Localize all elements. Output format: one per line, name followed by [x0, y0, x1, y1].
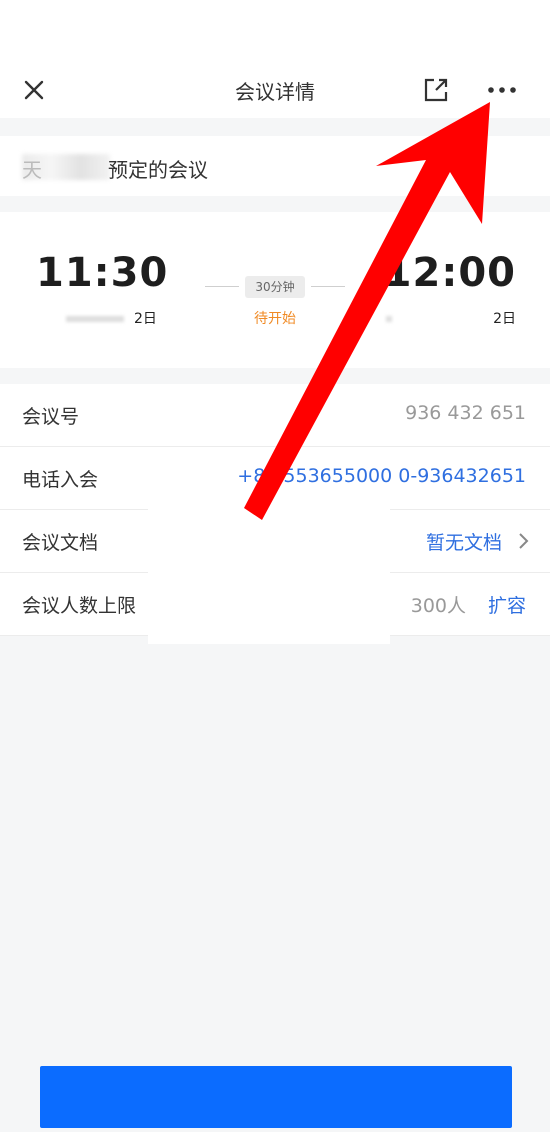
page-title: 会议详情 — [235, 80, 315, 104]
meeting-id-value: 936 432 651 — [405, 402, 526, 424]
organizer-prefix: 天 — [22, 158, 42, 182]
duration-line-right — [311, 286, 345, 287]
share-icon[interactable] — [422, 76, 450, 104]
meeting-id-label: 会议号 — [22, 406, 80, 428]
duration-line-left — [205, 286, 239, 287]
organizer-row: 天 预定的会议 — [0, 136, 550, 196]
status-badge: 待开始 — [254, 311, 296, 327]
end-date: 2日 — [493, 311, 516, 327]
primary-action-button[interactable] — [40, 1066, 512, 1128]
meeting-docs-label: 会议文档 — [22, 532, 99, 554]
expand-capacity-button[interactable]: 扩容 — [488, 591, 526, 618]
phone-join-number[interactable]: +86 553655000 0-936432651 — [237, 465, 526, 487]
duration-badge: 30分钟 — [245, 276, 305, 298]
blurred-end-date — [386, 316, 392, 322]
top-bar: 会议详情 — [0, 0, 550, 118]
capacity-value: 300人 — [410, 595, 466, 617]
chevron-right-icon — [519, 533, 529, 549]
meeting-id-row: 会议号 936 432 651 — [0, 384, 550, 447]
end-time: 12:00 — [383, 250, 516, 296]
organizer-text: 预定的会议 — [108, 158, 208, 182]
phone-join-label: 电话入会 — [22, 469, 99, 491]
time-card: 11:30 2日 30分钟 待开始 12:00 2日 — [0, 212, 550, 368]
phone-join-row[interactable]: 电话入会 +86 553655000 0-936432651 — [0, 447, 550, 510]
start-time: 11:30 — [36, 250, 169, 296]
meeting-docs-value[interactable]: 暂无文档 — [426, 528, 502, 555]
more-options-icon[interactable] — [486, 78, 518, 102]
redaction-mask — [148, 508, 390, 644]
capacity-label: 会议人数上限 — [22, 595, 137, 617]
